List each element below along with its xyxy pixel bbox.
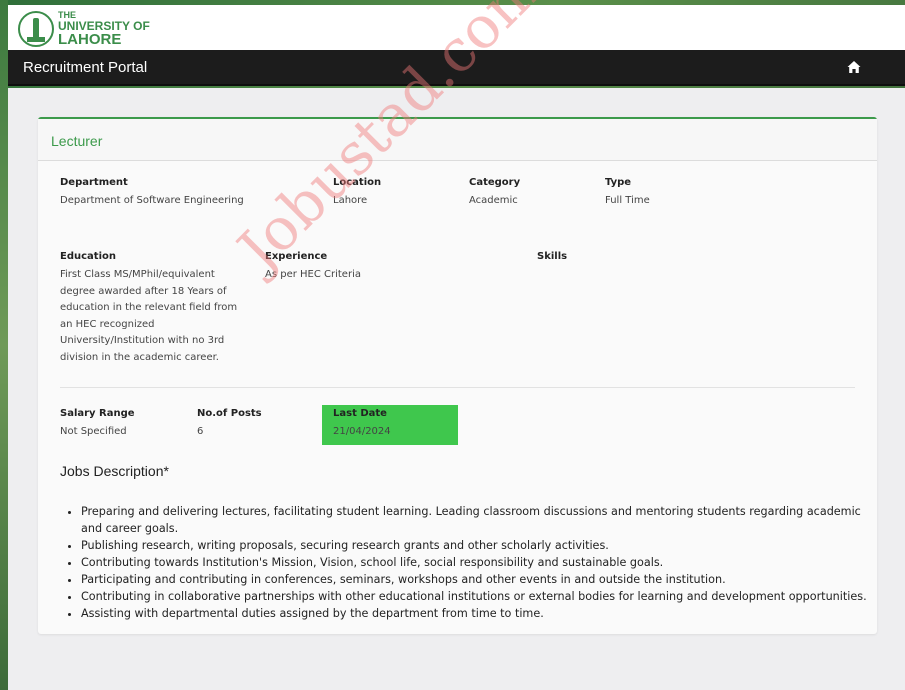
navbar: Recruitment Portal: [8, 50, 905, 86]
skills-field: Skills: [537, 251, 567, 267]
category-value: Academic: [469, 195, 518, 206]
background-strip: [0, 0, 8, 690]
department-label: Department: [60, 177, 128, 188]
category-field: Category Academic: [469, 177, 520, 210]
home-icon[interactable]: [847, 60, 861, 74]
last-date-label: Last Date: [333, 408, 387, 419]
duties-list: Preparing and delivering lectures, facil…: [60, 503, 881, 622]
posts-field: No.of Posts 6: [197, 408, 262, 441]
type-value: Full Time: [605, 195, 650, 206]
location-field: Location Lahore: [333, 177, 381, 210]
logo-text: THE UNIVERSITY OF LAHORE: [58, 11, 150, 48]
salary-field: Salary Range Not Specified: [60, 408, 135, 441]
location-value: Lahore: [333, 195, 368, 206]
skills-label: Skills: [537, 251, 568, 262]
education-line: an HEC recognized: [60, 318, 155, 330]
section-divider: [60, 387, 855, 388]
education-line: University/Institution with no 3rd: [60, 335, 225, 346]
category-label: Category: [469, 177, 521, 188]
department-field: Department Department of Software Engine…: [60, 177, 244, 210]
experience-value: As per HEC Criteria: [265, 269, 361, 280]
top-logo-bar: THE UNIVERSITY OF LAHORE: [8, 5, 905, 50]
last-date-value: 21/04/2024: [333, 426, 391, 437]
main-content: Lecturer Department Department of Softwa…: [8, 88, 905, 690]
experience-label: Experience: [265, 251, 328, 262]
experience-field: Experience As per HEC Criteria: [265, 251, 361, 284]
panel-header: Lecturer: [38, 119, 877, 161]
university-logo[interactable]: THE UNIVERSITY OF LAHORE: [18, 11, 150, 47]
education-label: Education: [60, 251, 116, 262]
list-item: Contributing towards Institution's Missi…: [81, 554, 881, 571]
type-field: Type Full Time: [605, 177, 650, 210]
education-field: Education First Class MS/MPhil/equivalen…: [60, 251, 250, 366]
jobs-description-title: Jobs Description*: [60, 463, 169, 479]
job-detail-panel: Lecturer Department Department of Softwa…: [38, 117, 877, 634]
minar-logo-icon: [18, 11, 54, 47]
portal-title[interactable]: Recruitment Portal: [23, 59, 147, 76]
department-value: Department of Software Engineering: [60, 195, 244, 206]
education-line: division in the academic career.: [60, 351, 219, 363]
list-item: Participating and contributing in confer…: [81, 571, 881, 588]
list-item: Assisting with departmental duties assig…: [81, 605, 881, 622]
salary-value: Not Specified: [60, 426, 127, 437]
posts-label: No.of Posts: [197, 408, 262, 419]
logo-line-3: LAHORE: [58, 31, 122, 48]
job-title: Lecturer: [51, 133, 103, 149]
education-line: First Class MS/MPhil/equivalent: [60, 269, 215, 280]
last-date-field: Last Date 21/04/2024: [333, 408, 391, 441]
education-line: education in the relevant field from: [60, 302, 238, 313]
location-label: Location: [333, 177, 382, 188]
list-item: Contributing in collaborative partnershi…: [81, 588, 881, 605]
list-item: Publishing research, writing proposals, …: [81, 537, 881, 554]
posts-value: 6: [197, 426, 204, 437]
salary-label: Salary Range: [60, 408, 135, 419]
list-item: Preparing and delivering lectures, facil…: [81, 503, 881, 537]
education-line: degree awarded after 18 Years of: [60, 285, 227, 297]
type-label: Type: [605, 177, 632, 188]
